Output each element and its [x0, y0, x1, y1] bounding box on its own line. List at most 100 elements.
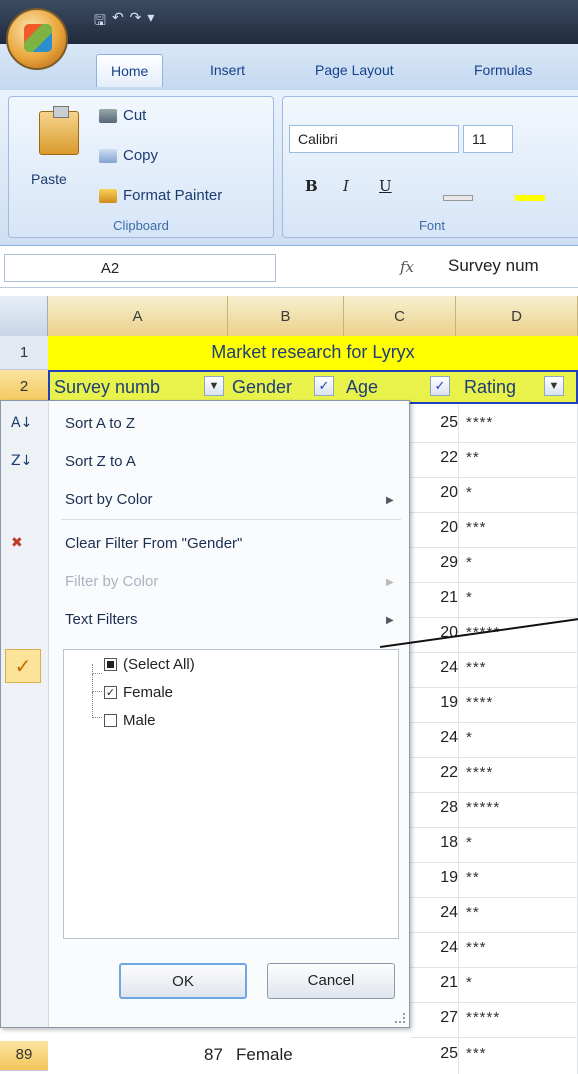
- checkmark-icon: ✓: [5, 649, 41, 683]
- cell-age[interactable]: 21: [420, 974, 458, 992]
- cell-age[interactable]: 20: [420, 484, 458, 502]
- list-item-select-all[interactable]: (Select All): [104, 656, 195, 673]
- cell-rating[interactable]: *: [466, 834, 473, 851]
- paste-icon[interactable]: [39, 106, 79, 155]
- fx-icon[interactable]: fx: [400, 258, 414, 276]
- header-age[interactable]: Age: [346, 377, 378, 398]
- cell-age[interactable]: 27: [420, 1009, 458, 1027]
- cell-age[interactable]: 24: [420, 939, 458, 957]
- cell-rating[interactable]: ***: [466, 1045, 487, 1062]
- cell-age[interactable]: 28: [420, 799, 458, 817]
- cell-rating[interactable]: ***: [466, 659, 487, 676]
- office-button[interactable]: [6, 8, 68, 70]
- cell-age[interactable]: 19: [420, 869, 458, 887]
- grid-line: [410, 512, 578, 513]
- cell-age[interactable]: 24: [420, 659, 458, 677]
- save-icon[interactable]: 🖫: [94, 10, 106, 34]
- cell-age[interactable]: 24: [420, 904, 458, 922]
- header-rating[interactable]: Rating: [464, 377, 516, 398]
- cut-button[interactable]: Cut: [99, 107, 146, 124]
- sort-by-color-item[interactable]: Sort by Color: [65, 491, 153, 508]
- cell-gender[interactable]: Female: [236, 1045, 293, 1065]
- row-header-2[interactable]: 2: [0, 370, 48, 404]
- redo-icon[interactable]: ↷: [130, 10, 142, 34]
- cell-age[interactable]: 22: [420, 449, 458, 467]
- female-checkbox[interactable]: ✓: [104, 686, 117, 699]
- cell-age[interactable]: 25: [420, 1045, 458, 1063]
- filter-dropdown-survey[interactable]: ▼: [204, 376, 224, 396]
- header-gender[interactable]: Gender: [232, 377, 312, 398]
- filter-active-gender-icon[interactable]: ✓: [314, 376, 334, 396]
- sort-a-to-z-item[interactable]: Sort A to Z: [65, 415, 135, 432]
- cell-rating[interactable]: **: [466, 904, 480, 921]
- cell-age[interactable]: 22: [420, 764, 458, 782]
- cancel-button[interactable]: Cancel: [267, 963, 395, 999]
- cell-age[interactable]: 24: [420, 729, 458, 747]
- ribbon-tabs: Home Insert Page Layout Formulas: [0, 44, 578, 90]
- column-header-c[interactable]: C: [344, 296, 456, 336]
- formula-input[interactable]: Survey num: [448, 256, 539, 276]
- cell-rating[interactable]: ****: [466, 414, 493, 431]
- list-item-male[interactable]: Male: [104, 712, 156, 729]
- resize-grip-icon[interactable]: [395, 1013, 405, 1023]
- clear-filter-item[interactable]: Clear Filter From "Gender": [65, 535, 242, 552]
- header-survey-number[interactable]: Survey numb: [54, 377, 160, 398]
- cell-age[interactable]: 18: [420, 834, 458, 852]
- cell-rating[interactable]: *****: [466, 1009, 500, 1026]
- tab-insert[interactable]: Insert: [210, 62, 245, 78]
- cell-rating[interactable]: *: [466, 484, 473, 501]
- paste-button[interactable]: Paste: [31, 171, 67, 187]
- cell-rating[interactable]: ****: [466, 764, 493, 781]
- grid-line: [410, 792, 578, 793]
- tab-formulas[interactable]: Formulas: [474, 62, 532, 78]
- underline-button[interactable]: U: [379, 177, 392, 195]
- column-header-a[interactable]: A: [48, 296, 228, 336]
- column-header-b[interactable]: B: [228, 296, 344, 336]
- cell-survey-number[interactable]: 87: [204, 1045, 223, 1065]
- cell-rating[interactable]: ***: [466, 519, 487, 536]
- bold-button[interactable]: B: [305, 177, 318, 195]
- grid-line: [410, 582, 578, 583]
- cell-rating[interactable]: *****: [466, 799, 500, 816]
- name-box[interactable]: A2: [4, 254, 276, 282]
- font-family-select[interactable]: Calibri: [289, 125, 459, 153]
- cell-rating[interactable]: **: [466, 869, 480, 886]
- font-size-select[interactable]: 11: [463, 125, 513, 153]
- row-header-89[interactable]: 89: [0, 1041, 48, 1071]
- cell-rating[interactable]: *: [466, 554, 473, 571]
- format-painter-button[interactable]: Format Painter: [99, 187, 222, 204]
- cell-age[interactable]: 25: [420, 414, 458, 432]
- select-all-corner[interactable]: [0, 296, 48, 336]
- cell-rating[interactable]: *: [466, 589, 473, 606]
- row-header-1[interactable]: 1: [0, 336, 48, 370]
- cell-rating[interactable]: **: [466, 449, 480, 466]
- fill-color-button[interactable]: [515, 195, 545, 201]
- text-filters-item[interactable]: Text Filters: [65, 611, 138, 628]
- formula-bar: A2 fx Survey num: [0, 248, 578, 288]
- filter-dropdown-rating[interactable]: ▼: [544, 376, 564, 396]
- customize-toolbar-icon[interactable]: ▾: [147, 10, 154, 34]
- column-header-d[interactable]: D: [456, 296, 578, 336]
- undo-icon[interactable]: ↶: [112, 10, 124, 34]
- italic-button[interactable]: I: [343, 177, 349, 195]
- cell-rating[interactable]: ***: [466, 939, 487, 956]
- ok-button[interactable]: OK: [119, 963, 247, 999]
- cell-age[interactable]: 20: [420, 519, 458, 537]
- list-item-female[interactable]: ✓ Female: [104, 684, 173, 701]
- cell-age[interactable]: 19: [420, 694, 458, 712]
- sheet-title-cell[interactable]: Market research for Lyryx: [48, 336, 578, 370]
- select-all-checkbox[interactable]: [104, 658, 117, 671]
- cell-age[interactable]: 21: [420, 589, 458, 607]
- cell-age[interactable]: 29: [420, 554, 458, 572]
- tab-page-layout[interactable]: Page Layout: [315, 62, 394, 78]
- filter-active-age-icon[interactable]: ✓: [430, 376, 450, 396]
- cell-rating[interactable]: *: [466, 729, 473, 746]
- male-checkbox[interactable]: [104, 714, 117, 727]
- cell-rating[interactable]: ****: [466, 694, 493, 711]
- copy-button[interactable]: Copy: [99, 147, 158, 164]
- filter-values-list[interactable]: (Select All) ✓ Female Male: [63, 649, 399, 939]
- border-button[interactable]: [443, 195, 473, 201]
- cell-rating[interactable]: *: [466, 974, 473, 991]
- sort-z-to-a-item[interactable]: Sort Z to A: [65, 453, 136, 470]
- tab-home[interactable]: Home: [96, 54, 164, 87]
